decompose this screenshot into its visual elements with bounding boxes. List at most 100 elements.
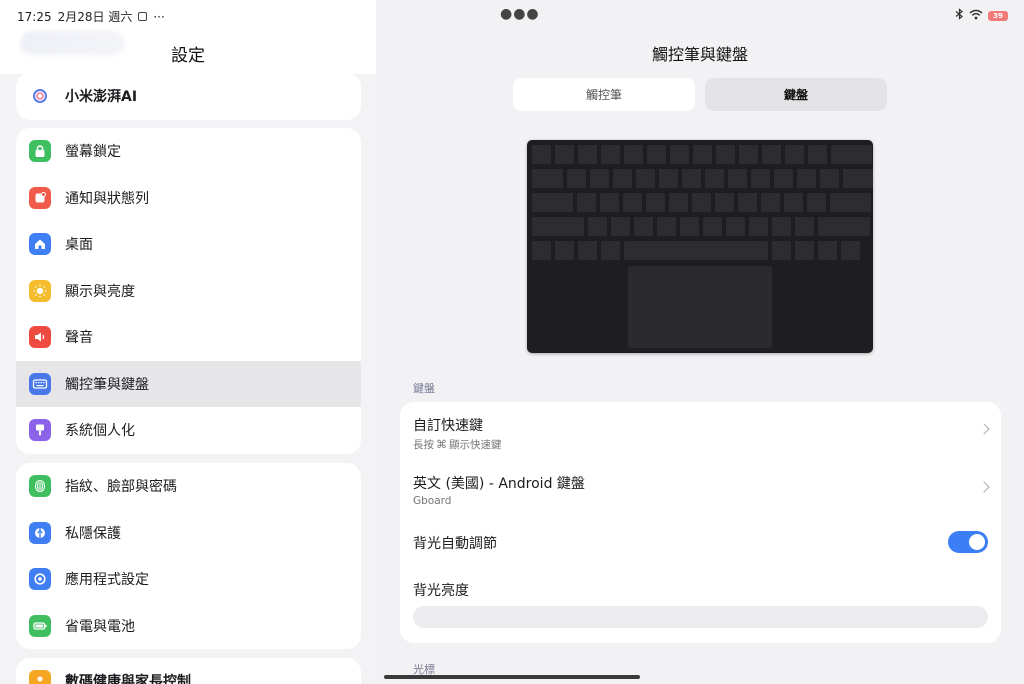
wellbeing-icon [29,670,51,684]
sidebar-item-personalization[interactable]: 系統個人化 [16,407,361,454]
keyboard-settings-card: 自訂快速鍵 長按 ⌘ 顯示快速鍵 英文 (美國) - Android 鍵盤 Gb… [400,402,1001,643]
auto-backlight-toggle[interactable] [948,531,988,553]
keyboard-key [705,169,724,188]
backlight-brightness-slider[interactable] [413,606,988,628]
keyboard-key [588,217,607,236]
detail-title: 觸控筆與鍵盤 [651,45,748,64]
keyboard-key [703,217,722,236]
status-time: 17:25 [17,9,52,24]
keyboard-key [646,193,665,212]
keyboard-key [578,145,597,164]
trackpad-illustration [628,266,772,348]
status-bar-left: 17:25 2月28日 週六 ··· [17,8,165,25]
keyboard-key [680,217,699,236]
sidebar-item-lock-screen[interactable]: 螢幕鎖定 [16,128,361,175]
sidebar-item-sound[interactable]: 聲音 [16,314,361,361]
sidebar-item-battery[interactable]: 省電與電池 [16,603,361,650]
keyboard-icon [29,372,51,395]
sidebar-group-system: 螢幕鎖定 通知與狀態列 桌面 顯示與亮度 聲音 觸控筆與鍵盤 系統個人化 [16,128,361,454]
keyboard-key [532,193,573,212]
keyboard-key [634,217,653,236]
sidebar-item-notifications[interactable]: 通知與狀態列 [16,175,361,222]
keyboard-key [555,241,574,260]
keyboard-key [567,169,586,188]
sidebar-item-wellbeing[interactable]: 數碼健康與家長控制 [16,658,361,684]
more-status-icon: ··· [153,9,165,24]
keyboard-layout-row[interactable]: 英文 (美國) - Android 鍵盤 Gboard [413,473,990,509]
status-date: 2月28日 週六 [57,10,133,24]
settings-sidebar: 17:25 2月28日 週六 ··· 設定 小米澎湃AI 螢幕鎖定 通知與狀態列 [0,0,376,684]
sidebar-item-ai[interactable]: 小米澎湃AI [16,73,361,120]
sidebar-group-ai: 小米澎湃AI [16,73,361,120]
keyboard-key [762,145,781,164]
row-subtitle: Gboard [413,495,452,507]
sidebar-item-label: 聲音 [65,330,93,347]
sidebar-item-display[interactable]: 顯示與亮度 [16,268,361,315]
sidebar-item-label: 私隱保護 [65,525,121,542]
row-title: 自訂快速鍵 [413,418,483,434]
keyboard-key [772,241,791,260]
keyboard-key [669,193,688,212]
keyboard-key [785,145,804,164]
keyboard-key [532,169,563,188]
keyboard-key [601,145,620,164]
sidebar-item-label: 省電與電池 [65,618,135,635]
sidebar-item-label: 觸控筆與鍵盤 [65,376,149,393]
custom-shortcuts-row[interactable]: 自訂快速鍵 長按 ⌘ 顯示快速鍵 [413,415,990,451]
keyboard-key [726,217,745,236]
brush-icon [29,419,51,442]
home-indicator[interactable] [384,675,640,679]
sidebar-group-wellbeing: 數碼健康與家長控制 [16,658,361,684]
window-more-icon[interactable]: ●●● [500,6,540,22]
sidebar-item-label: 指紋、臉部與密碼 [65,479,177,496]
keyboard-key [774,169,793,188]
sidebar-item-home-screen[interactable]: 桌面 [16,221,361,268]
keyboard-key [611,217,630,236]
keyboard-key [670,145,689,164]
sidebar-item-label: 顯示與亮度 [65,283,135,300]
keyboard-key [843,169,873,188]
speaker-icon [29,326,51,349]
keyboard-key [749,217,768,236]
keyboard-key [647,145,666,164]
auto-backlight-row: 背光自動調節 [413,531,988,555]
tab-stylus[interactable]: 觸控筆 [513,78,695,111]
tab-keyboard[interactable]: 鍵盤 [705,78,887,111]
sidebar-item-privacy[interactable]: 私隱保護 [16,510,361,557]
sidebar-item-stylus-keyboard[interactable]: 觸控筆與鍵盤 [16,360,361,407]
detail-pane: ●●● 39 觸控筆與鍵盤 觸控筆 鍵盤 鍵盤 自訂快速鍵 長按 ⌘ 顯示快速鍵… [376,0,1024,684]
keyboard-key [841,241,860,260]
keyboard-key [715,193,734,212]
keyboard-key [659,169,678,188]
copy-icon [138,12,148,21]
keyboard-key [797,169,816,188]
keyboard-key [818,217,870,236]
keyboard-key [761,193,780,212]
keyboard-key [693,145,712,164]
sidebar-item-label: 螢幕鎖定 [65,144,121,161]
sidebar-item-fingerprint[interactable]: 指紋、臉部與密碼 [16,463,361,510]
keyboard-key [657,217,676,236]
sidebar-item-label: 數碼健康與家長控制 [65,674,191,684]
keyboard-key [613,169,632,188]
sun-icon [29,279,51,302]
keyboard-key [738,193,757,212]
keyboard-key [624,241,768,260]
keyboard-key [795,241,814,260]
keyboard-key [600,193,619,212]
keyboard-key [830,193,871,212]
keyboard-key [808,145,827,164]
sidebar-item-app-settings[interactable]: 應用程式設定 [16,556,361,603]
page-title: 設定 [171,46,205,66]
keyboard-key [601,241,620,260]
keyboard-key [784,193,803,212]
keyboard-key [682,169,701,188]
keyboard-key [772,217,791,236]
keyboard-key [831,145,872,164]
row-subtitle: 長按 ⌘ 顯示快速鍵 [413,438,502,451]
sidebar-group-security: 指紋、臉部與密碼 私隱保護 應用程式設定 省電與電池 [16,463,361,649]
keyboard-key [624,145,643,164]
keyboard-key [532,217,584,236]
notification-icon [29,186,51,209]
keyboard-key [590,169,609,188]
